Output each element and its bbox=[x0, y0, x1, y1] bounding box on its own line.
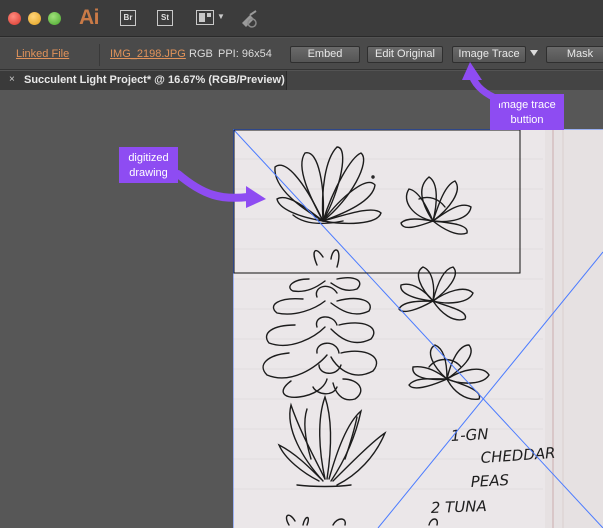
digitized-drawing-callout: digitized drawing bbox=[119, 147, 178, 183]
close-tab-icon[interactable]: × bbox=[9, 74, 15, 85]
linked-file-link[interactable]: Linked File bbox=[16, 48, 69, 60]
image-trace-button[interactable]: Image Trace bbox=[452, 46, 526, 63]
canvas-area[interactable]: 1-GN CHEDDAR PEAS 2 TUNA bbox=[0, 90, 603, 528]
tab-strip bbox=[287, 71, 603, 90]
filename-link[interactable]: IMG_2198.JPG bbox=[110, 48, 186, 60]
document-tab[interactable]: × Succulent Light Project* @ 16.67% (RGB… bbox=[0, 71, 287, 90]
document-tab-title: Succulent Light Project* @ 16.67% (RGB/P… bbox=[24, 74, 285, 86]
divider bbox=[99, 44, 100, 66]
svg-text:1-GN: 1-GN bbox=[450, 425, 489, 445]
embed-button[interactable]: Embed bbox=[290, 46, 360, 63]
mask-button[interactable]: Mask bbox=[546, 46, 603, 63]
svg-text:2 TUNA: 2 TUNA bbox=[431, 497, 488, 517]
sync-settings-icon[interactable] bbox=[238, 9, 260, 29]
svg-text:PEAS: PEAS bbox=[470, 471, 510, 491]
title-bar: Ai Br St ▼ bbox=[0, 0, 603, 37]
image-trace-callout: image trace buttion bbox=[490, 94, 564, 130]
arrange-dropdown-icon[interactable]: ▼ bbox=[217, 12, 225, 21]
minimize-window-icon[interactable] bbox=[28, 12, 41, 25]
color-mode-label: RGB bbox=[189, 48, 213, 60]
sketch-image: 1-GN CHEDDAR PEAS 2 TUNA bbox=[233, 129, 603, 528]
bridge-button[interactable]: Br bbox=[120, 10, 136, 26]
control-bar: Linked File IMG_2198.JPG RGB PPI: 96x54 … bbox=[0, 38, 603, 70]
edit-original-button[interactable]: Edit Original bbox=[367, 46, 443, 63]
arrange-documents-icon[interactable] bbox=[196, 10, 214, 25]
illustrator-window: Ai Br St ▼ Linked File IMG_2198.JPG RGB … bbox=[0, 0, 603, 528]
close-window-icon[interactable] bbox=[8, 12, 21, 25]
ppi-label: PPI: 96x54 bbox=[218, 48, 272, 60]
stock-button[interactable]: St bbox=[157, 10, 173, 26]
image-trace-dropdown-icon[interactable] bbox=[530, 50, 538, 56]
placed-image[interactable]: 1-GN CHEDDAR PEAS 2 TUNA bbox=[233, 129, 603, 528]
zoom-window-icon[interactable] bbox=[48, 12, 61, 25]
illustrator-logo: Ai bbox=[79, 6, 100, 29]
